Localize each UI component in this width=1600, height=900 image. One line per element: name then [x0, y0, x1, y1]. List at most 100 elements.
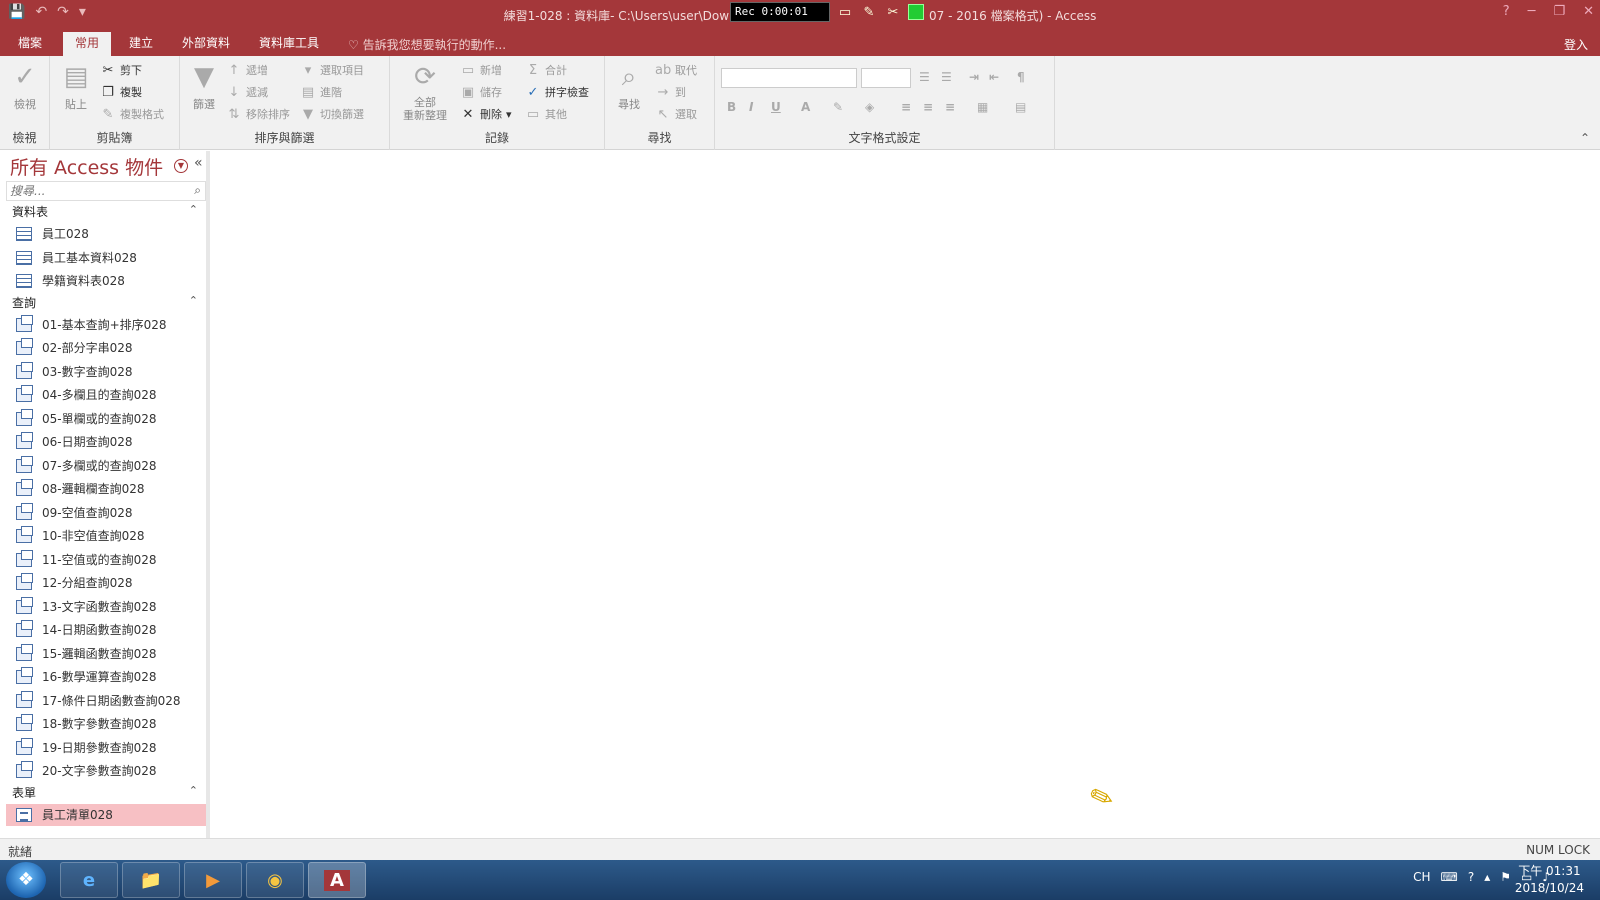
- collapse-section-icon[interactable]: ⌃: [189, 203, 198, 216]
- nav-item-querie[interactable]: 11-空值或的查詢028: [6, 549, 206, 571]
- collapse-ribbon-icon[interactable]: ⌃: [1580, 131, 1590, 145]
- collapse-section-icon[interactable]: ⌃: [189, 784, 198, 797]
- numbering-icon[interactable]: ☰: [941, 70, 952, 84]
- help-button[interactable]: ?: [1503, 4, 1510, 19]
- format-painter-button[interactable]: ✎ 複製格式: [100, 106, 164, 122]
- replace-button[interactable]: ab 取代: [655, 62, 697, 78]
- alt-row-color-icon[interactable]: ▤: [1015, 100, 1026, 114]
- delete-record-button[interactable]: ✕ 刪除 ▾: [460, 106, 512, 122]
- toggle-filter-button[interactable]: ▼ 切換篩選: [300, 106, 364, 122]
- fill-color-icon[interactable]: ◈: [865, 100, 874, 114]
- view-button[interactable]: ✓ 檢視: [5, 62, 45, 112]
- nav-section-forms[interactable]: 表單 ⌃: [12, 784, 202, 804]
- nav-item-table[interactable]: 員工基本資料028: [6, 247, 206, 269]
- refresh-all-button[interactable]: ⟳ 全部 重新整理: [400, 62, 450, 122]
- underline-icon[interactable]: U: [771, 100, 781, 114]
- nav-menu-chevron-icon[interactable]: ▼: [174, 159, 188, 173]
- advanced-button[interactable]: ▤ 進階: [300, 84, 342, 100]
- copy-button[interactable]: ❐ 複製: [100, 84, 142, 100]
- recorder-color-icon[interactable]: [908, 4, 924, 20]
- nav-section-queries[interactable]: 查詢 ⌃: [12, 294, 202, 314]
- sort-descending-button[interactable]: ↓ 遞減: [226, 84, 268, 100]
- decrease-indent-icon[interactable]: ⇤: [989, 70, 999, 84]
- taskbar-access[interactable]: A: [308, 862, 366, 898]
- goto-button[interactable]: → 到: [655, 84, 686, 100]
- nav-item-querie[interactable]: 19-日期參數查詢028: [6, 737, 206, 759]
- selection-button[interactable]: ▾ 選取項目: [300, 62, 364, 78]
- tab-create[interactable]: 建立: [117, 32, 165, 56]
- font-name-combo[interactable]: [721, 68, 857, 88]
- action-center-flag-icon[interactable]: ⚑: [1500, 870, 1511, 884]
- taskbar-chrome[interactable]: ◉: [246, 862, 304, 898]
- nav-item-querie[interactable]: 02-部分字串028: [6, 337, 206, 359]
- collapse-nav-icon[interactable]: «: [194, 155, 203, 171]
- find-button[interactable]: ⌕ 尋找: [609, 62, 649, 112]
- nav-search-input[interactable]: [7, 182, 183, 200]
- recorder-cut-icon[interactable]: ✂: [884, 3, 902, 21]
- start-button[interactable]: ❖: [6, 862, 46, 898]
- close-button[interactable]: ✕: [1583, 4, 1594, 19]
- nav-item-querie[interactable]: 17-條件日期函數查詢028: [6, 690, 206, 712]
- minimize-button[interactable]: ─: [1528, 4, 1536, 19]
- nav-item-querie[interactable]: 04-多欄且的查詢028: [6, 384, 206, 406]
- more-button[interactable]: ▭ 其他: [525, 106, 567, 122]
- nav-item-querie[interactable]: 13-文字函數查詢028: [6, 596, 206, 618]
- nav-section-tables[interactable]: 資料表 ⌃: [12, 203, 202, 223]
- bold-icon[interactable]: B: [727, 100, 736, 114]
- nav-item-querie[interactable]: 18-數字參數查詢028: [6, 713, 206, 735]
- search-icon[interactable]: ⌕: [194, 183, 201, 198]
- align-left-icon[interactable]: ≡: [901, 100, 911, 114]
- nav-item-querie[interactable]: 14-日期函數查詢028: [6, 619, 206, 641]
- font-color-icon[interactable]: A: [801, 100, 810, 114]
- nav-item-table[interactable]: 員工028: [6, 223, 206, 245]
- restore-button[interactable]: ❐: [1553, 4, 1565, 19]
- collapse-section-icon[interactable]: ⌃: [189, 294, 198, 307]
- font-size-combo[interactable]: [861, 68, 911, 88]
- totals-button[interactable]: Σ 合計: [525, 62, 567, 78]
- nav-item-querie[interactable]: 05-單欄或的查詢028: [6, 408, 206, 430]
- recorder-note-icon[interactable]: ▭: [836, 3, 854, 21]
- clock[interactable]: 下午 01:31 2018/10/24: [1515, 863, 1584, 897]
- filter-button[interactable]: ▼ 篩選: [184, 62, 224, 112]
- tab-database-tools[interactable]: 資料庫工具: [247, 32, 331, 56]
- spelling-button[interactable]: ✓ 拼字檢查: [525, 84, 589, 100]
- gridlines-icon[interactable]: ▦: [977, 100, 988, 114]
- keyboard-icon[interactable]: ⌨: [1440, 870, 1457, 884]
- nav-item-querie[interactable]: 03-數字查詢028: [6, 361, 206, 383]
- nav-item-querie[interactable]: 12-分組查詢028: [6, 572, 206, 594]
- taskbar-explorer[interactable]: 📁: [122, 862, 180, 898]
- recorder-pen-icon[interactable]: ✎: [860, 3, 878, 21]
- paste-button[interactable]: ▤ 貼上: [56, 62, 96, 112]
- tell-me-box[interactable]: ♡ 告訴我您想要執行的動作...: [348, 36, 506, 53]
- nav-item-querie[interactable]: 20-文字參數查詢028: [6, 760, 206, 782]
- taskbar-media-player[interactable]: ▶: [184, 862, 242, 898]
- show-hidden-icons-icon[interactable]: ▴: [1484, 870, 1490, 884]
- tab-home[interactable]: 常用: [63, 32, 112, 56]
- remove-sort-button[interactable]: ⇅ 移除排序: [226, 106, 290, 122]
- bullets-icon[interactable]: ☰: [919, 70, 930, 84]
- nav-item-form[interactable]: 員工清單028: [6, 803, 206, 826]
- help-circle-icon[interactable]: ?: [1468, 870, 1474, 884]
- align-center-icon[interactable]: ≡: [923, 100, 933, 114]
- new-record-button[interactable]: ▭ 新增: [460, 62, 502, 78]
- nav-pane-title[interactable]: 所有 Access 物件: [10, 153, 163, 180]
- sort-ascending-button[interactable]: ↑ 遞增: [226, 62, 268, 78]
- nav-item-querie[interactable]: 09-空值查詢028: [6, 502, 206, 524]
- nav-item-querie[interactable]: 07-多欄或的查詢028: [6, 455, 206, 477]
- align-right-icon[interactable]: ≡: [945, 100, 955, 114]
- italic-icon[interactable]: I: [749, 100, 753, 114]
- save-record-button[interactable]: ▣ 儲存: [460, 84, 502, 100]
- select-button[interactable]: ↖ 選取: [655, 106, 697, 122]
- highlight-icon[interactable]: ✎: [833, 100, 843, 114]
- tab-file[interactable]: 檔案: [6, 32, 54, 56]
- taskbar-ie[interactable]: e: [60, 862, 118, 898]
- nav-item-querie[interactable]: 08-邏輯欄查詢028: [6, 478, 206, 500]
- paragraph-direction-icon[interactable]: ¶: [1017, 70, 1025, 84]
- nav-item-table[interactable]: 學籍資料表028: [6, 270, 206, 292]
- input-language[interactable]: CH: [1413, 870, 1430, 884]
- nav-item-querie[interactable]: 15-邏輯函數查詢028: [6, 643, 206, 665]
- nav-item-querie[interactable]: 10-非空值查詢028: [6, 525, 206, 547]
- nav-item-querie[interactable]: 16-數學運算查詢028: [6, 666, 206, 688]
- sign-in-link[interactable]: 登入: [1564, 36, 1588, 53]
- increase-indent-icon[interactable]: ⇥: [969, 70, 979, 84]
